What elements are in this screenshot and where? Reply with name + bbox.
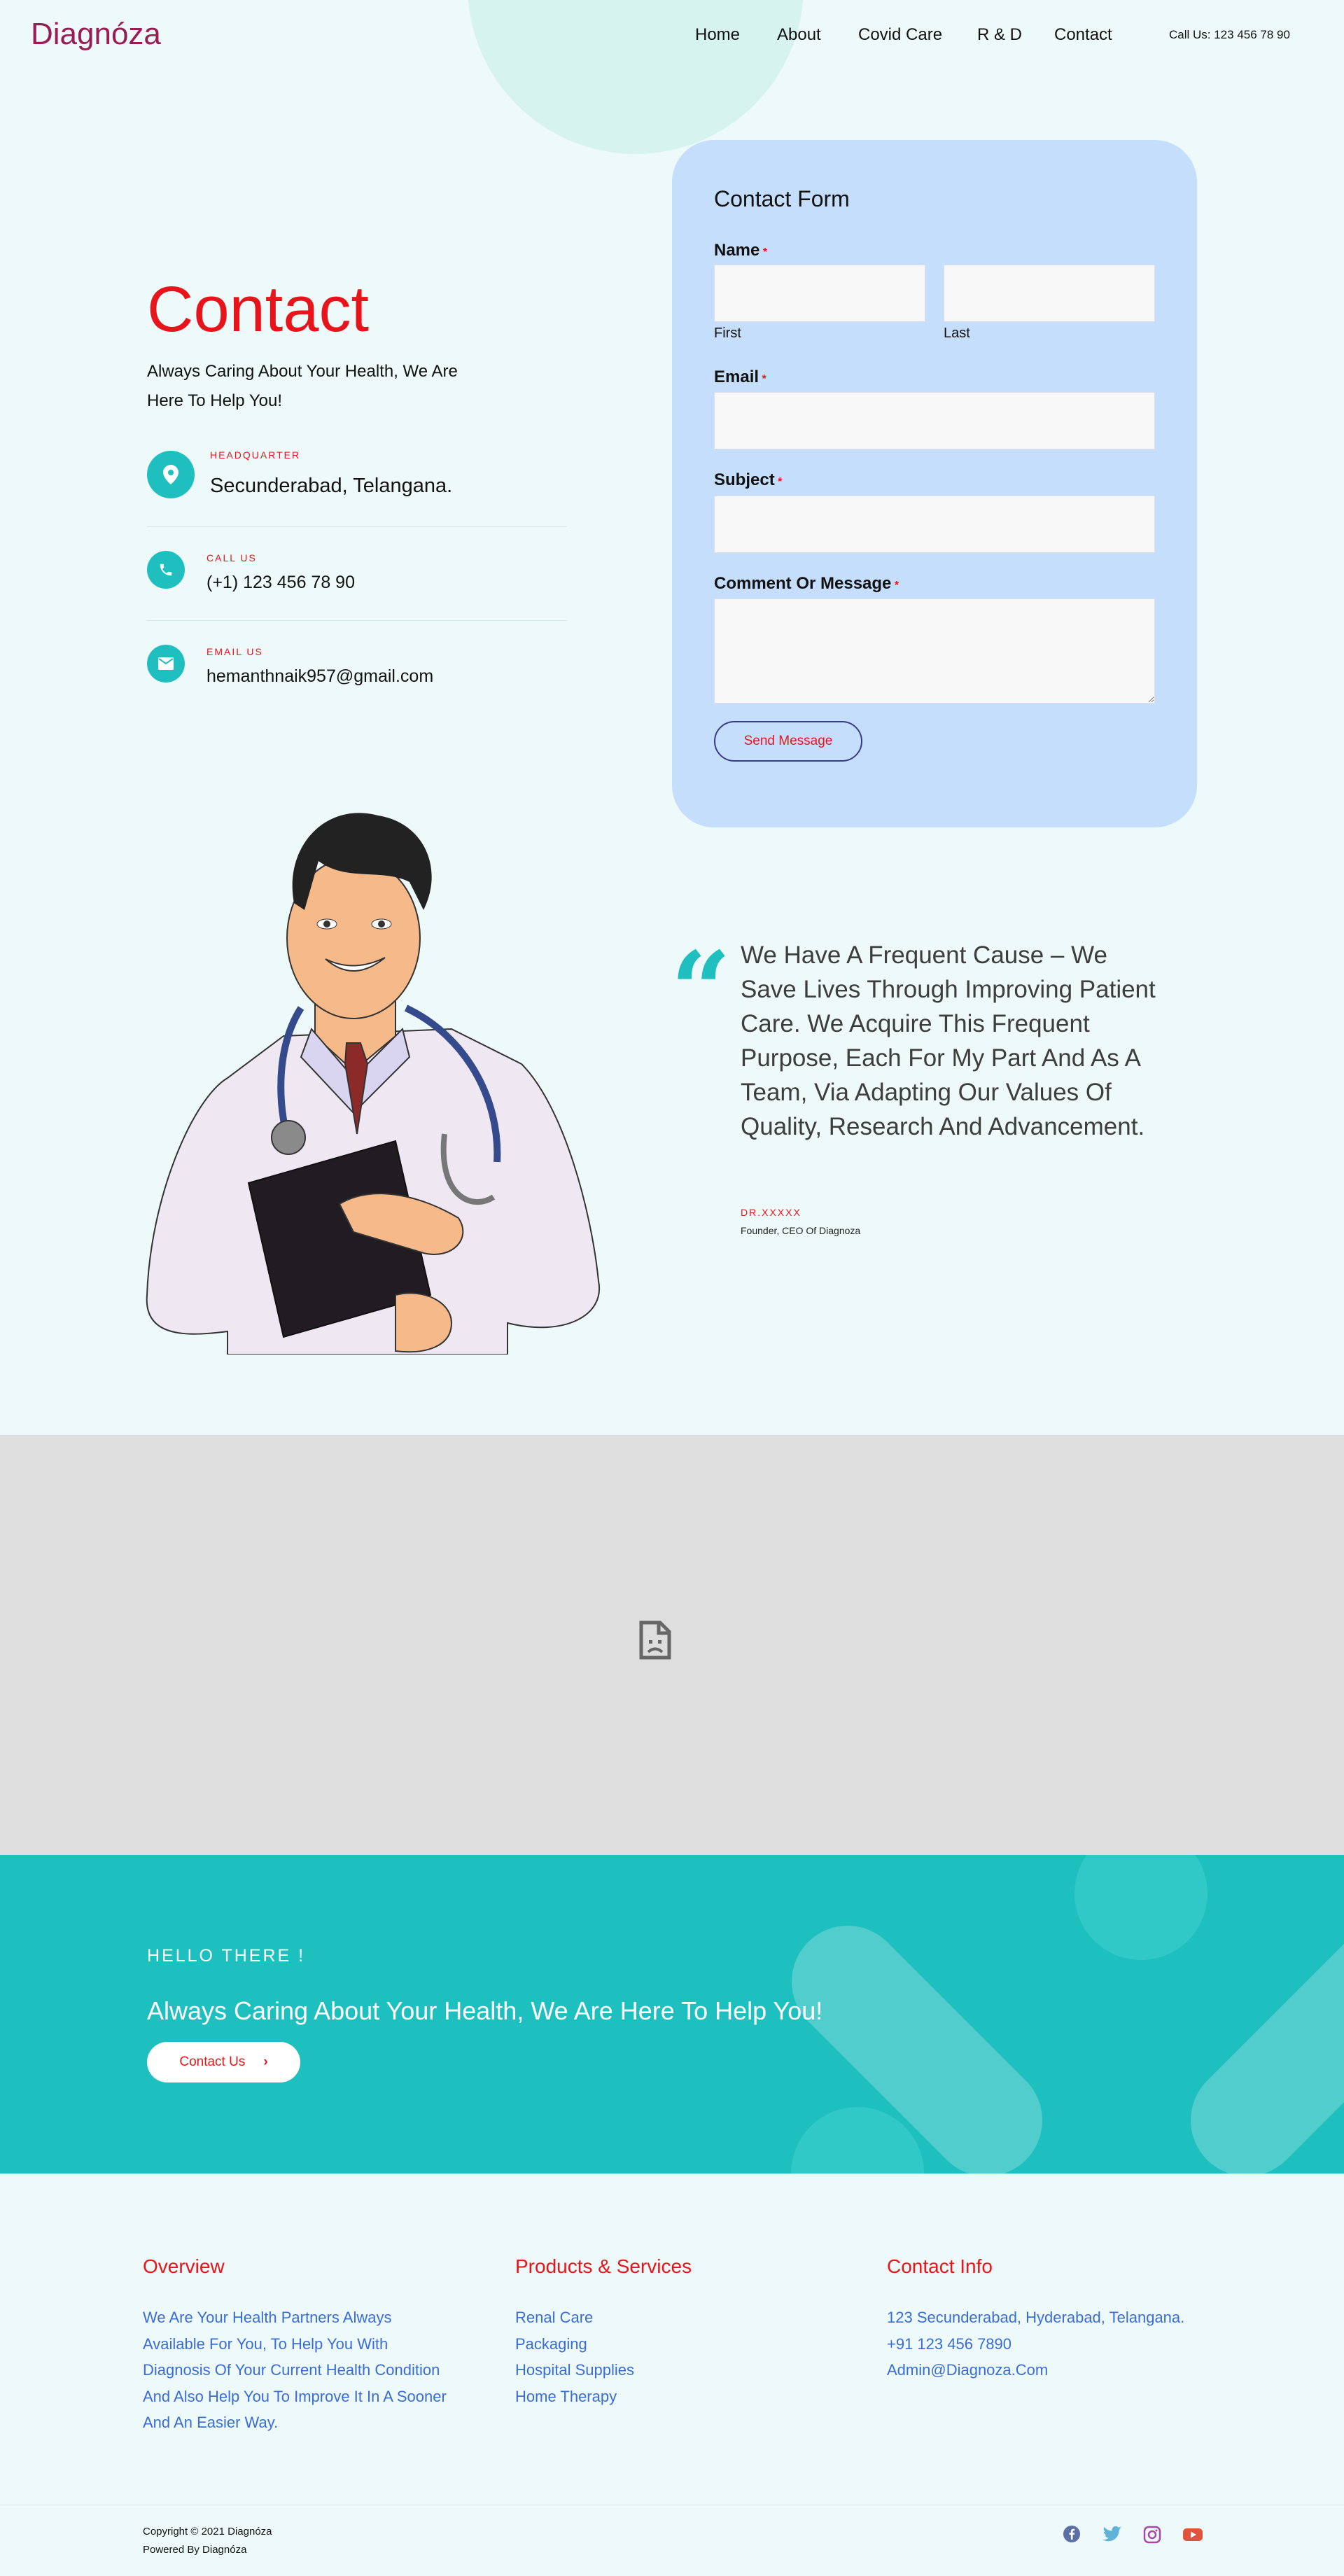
chevron-right-icon: › (263, 2054, 268, 2069)
quote-text: We Have A Frequent Cause – We Save Lives… (741, 941, 1156, 1140)
footer-link-hospital-supplies[interactable]: Hospital Supplies (515, 2357, 634, 2384)
last-name-input[interactable] (944, 265, 1155, 322)
quote-author-role: Founder, CEO Of Diagnoza (741, 1225, 861, 1236)
nav-covid-care[interactable]: Covid Care (858, 25, 942, 45)
quote-author: DR.XXXXX (741, 1207, 802, 1218)
footer-contact-title: Contact Info (887, 2255, 993, 2277)
copyright: Copyright © 2021 Diagnóza (143, 2526, 272, 2538)
nav-contact[interactable]: Contact (1054, 25, 1112, 45)
email-input[interactable] (714, 392, 1155, 449)
first-name-input[interactable] (714, 265, 925, 322)
call-us-label: CALL US (206, 552, 257, 564)
nav-home[interactable]: Home (695, 25, 740, 45)
footer-link-home-therapy[interactable]: Home Therapy (515, 2384, 634, 2410)
footer-address: 123 Secunderabad, Hyderabad, Telangana. (887, 2309, 1185, 2326)
cta-decor-circle (1074, 1855, 1208, 1960)
footer-overview-title: Overview (143, 2255, 225, 2277)
nav-about[interactable]: About (777, 25, 821, 45)
facebook-icon[interactable] (1063, 2525, 1081, 2543)
divider (147, 620, 567, 621)
footer-link-renal-care[interactable]: Renal Care (515, 2304, 634, 2331)
quote-icon: “ (671, 929, 732, 1052)
envelope-icon (147, 645, 185, 682)
nav-rnd[interactable]: R & D (977, 25, 1022, 45)
form-title: Contact Form (714, 186, 850, 211)
page-title: Contact (147, 274, 370, 345)
last-name-sublabel: Last (944, 326, 970, 341)
message-textarea[interactable] (714, 598, 1155, 704)
cta-heading: Always Caring About Your Health, We Are … (147, 1996, 823, 2025)
broken-document-icon (639, 1620, 671, 1660)
headquarter-label: HEADQUARTER (210, 449, 301, 461)
doctor-illustration (146, 813, 601, 1354)
headquarter-value: Secunderabad, Telangana. (210, 475, 453, 497)
name-label: Name * (714, 241, 768, 260)
contact-subtitle: Always Caring About Your Health, We Are … (147, 362, 458, 410)
footer-email[interactable]: Admin@Diagnoza.Com (887, 2357, 1184, 2384)
twitter-icon[interactable] (1102, 2526, 1122, 2542)
background-circle (468, 0, 804, 154)
header-call-us: Call Us: 123 456 78 90 (1169, 28, 1290, 41)
email-us-label: EMAIL US (206, 646, 263, 657)
instagram-icon[interactable] (1143, 2526, 1161, 2544)
footer-products-list: Renal Care Packaging Hospital Supplies H… (515, 2304, 634, 2409)
footer-products-title: Products & Services (515, 2255, 692, 2277)
message-label: Comment Or Message * (714, 574, 899, 593)
powered-by: Powered By Diagnóza (143, 2544, 247, 2556)
cta-decor-pill (1167, 1902, 1344, 2174)
contact-us-button[interactable]: Contact Us › (147, 2042, 300, 2082)
email-label: Email * (714, 368, 766, 386)
call-us-value[interactable]: (+1) 123 456 78 90 (206, 573, 355, 593)
map-pin-icon (147, 451, 195, 498)
youtube-icon[interactable] (1183, 2527, 1203, 2542)
subject-input[interactable] (714, 496, 1155, 553)
site-logo[interactable]: Diagnóza (31, 17, 161, 52)
footer-phone[interactable]: +91 123 456 7890 (887, 2331, 1184, 2358)
footer-contact-list: 123 Secunderabad, Hyderabad, Telangana. … (887, 2304, 1184, 2384)
footer-overview-text: We Are Your Health Partners Always Avail… (143, 2309, 447, 2431)
send-message-button[interactable]: Send Message (714, 721, 862, 762)
cta-hello: HELLO THERE ! (147, 1946, 306, 1966)
footer-link-packaging[interactable]: Packaging (515, 2331, 634, 2358)
map-embed[interactable] (0, 1435, 1344, 1855)
divider (147, 526, 567, 527)
email-us-value[interactable]: hemanthnaik957@gmail.com (206, 666, 433, 687)
first-name-sublabel: First (714, 326, 741, 341)
phone-icon (147, 551, 185, 589)
subject-label: Subject * (714, 470, 783, 489)
contact-us-label: Contact Us (179, 2054, 246, 2069)
